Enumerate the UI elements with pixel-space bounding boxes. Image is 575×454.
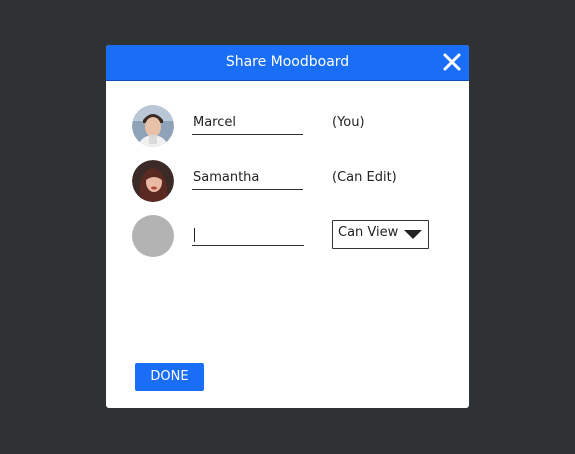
- avatar-marcel: [132, 105, 174, 147]
- dialog-title: Share Moodboard: [225, 54, 350, 70]
- new-user-name-input[interactable]: [192, 225, 304, 246]
- close-icon[interactable]: [441, 51, 463, 73]
- dialog-titlebar: Share Moodboard: [106, 45, 469, 81]
- add-user-row: Can View: [106, 215, 469, 259]
- user-name-marcel: Marcel: [192, 114, 303, 135]
- user-name-samantha: Samantha: [192, 169, 303, 190]
- user-role-marcel: (You): [332, 115, 365, 130]
- chevron-down-icon: [404, 230, 422, 239]
- text-cursor: [194, 228, 195, 242]
- user-row-marcel: Marcel (You): [106, 105, 469, 149]
- share-dialog: Share Moodboard Marcel (You) Samantha (C…: [106, 45, 469, 408]
- user-row-samantha: Samantha (Can Edit): [106, 160, 469, 204]
- user-role-samantha: (Can Edit): [332, 170, 397, 185]
- permission-select-value: Can View: [338, 225, 399, 240]
- permission-select[interactable]: Can View: [332, 220, 429, 249]
- avatar-placeholder: [132, 215, 174, 257]
- avatar-samantha: [132, 160, 174, 202]
- done-button[interactable]: DONE: [135, 363, 204, 391]
